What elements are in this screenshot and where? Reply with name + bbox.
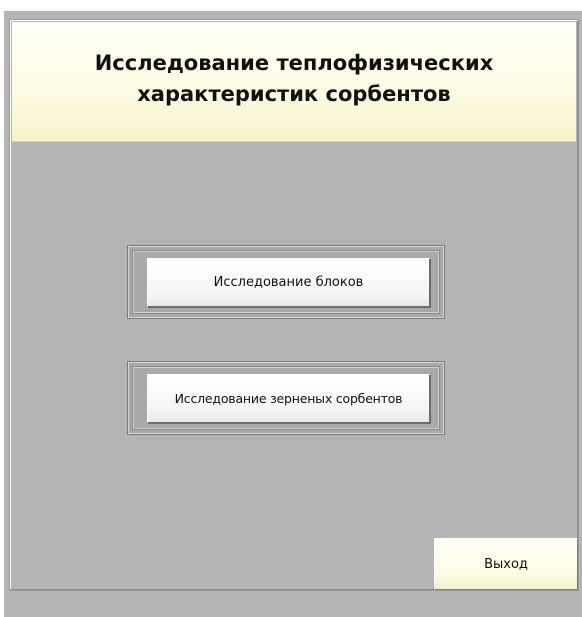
title-line-1: Исследование теплофизических — [94, 50, 494, 75]
screen: Исследование теплофизических характерист… — [0, 0, 582, 617]
page-title: Исследование теплофизических характерист… — [64, 48, 524, 110]
title-line-2: характеристик сорбентов — [137, 81, 451, 106]
study-blocks-button[interactable]: Исследование блоков — [147, 258, 431, 308]
exit-button[interactable]: Выход — [434, 538, 578, 590]
study-granular-sorbents-button[interactable]: Исследование зерненых сорбентов — [147, 374, 431, 424]
granular-button-frame: Исследование зерненых сорбентов — [127, 361, 445, 435]
title-banner: Исследование теплофизических характерист… — [12, 22, 576, 142]
blocks-button-frame: Исследование блоков — [127, 245, 445, 319]
